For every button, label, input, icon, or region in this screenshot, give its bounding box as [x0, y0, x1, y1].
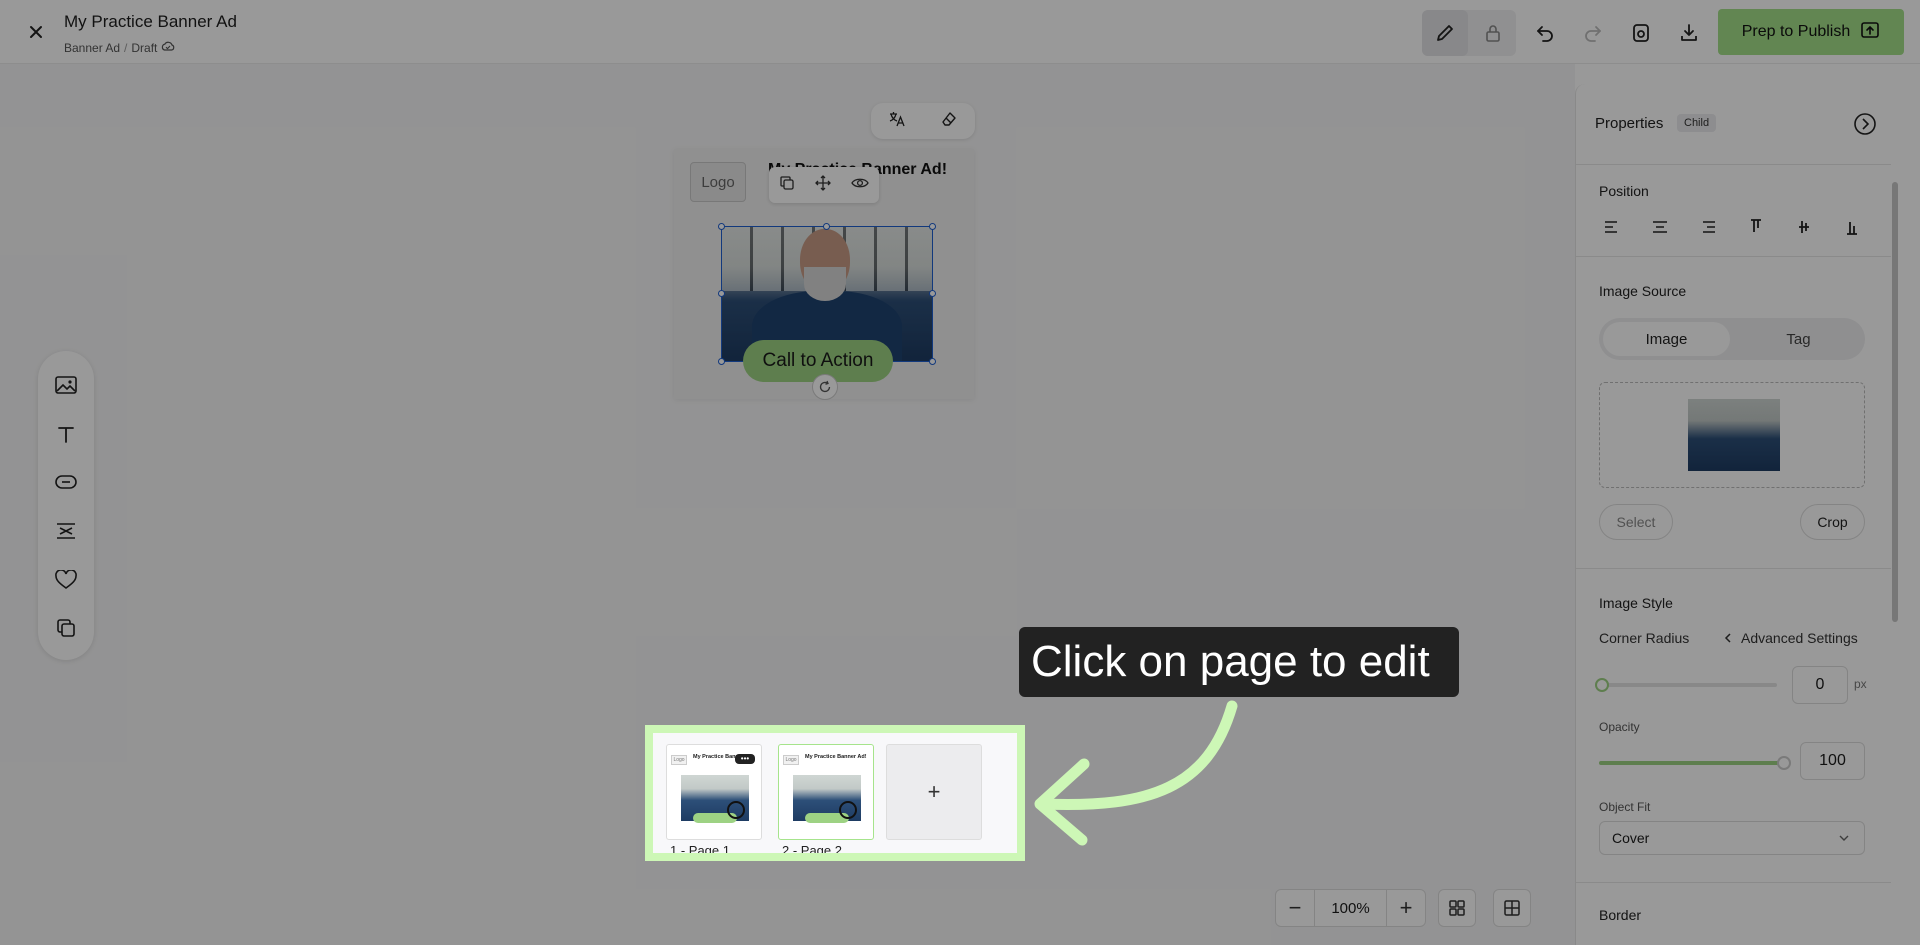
page-label-2: 2 - Page 2	[782, 843, 842, 858]
page-thumbnail-1[interactable]: Logo My Practice Banner •••	[666, 744, 762, 840]
page-thumbnail-2[interactable]: Logo My Practice Banner Ad!	[778, 744, 874, 840]
page-more-options-icon[interactable]: •••	[735, 754, 755, 764]
tutorial-arrow-icon	[1034, 700, 1238, 846]
add-page-button[interactable]: +	[886, 744, 982, 840]
cursor-icon	[727, 801, 745, 819]
tutorial-tooltip: Click on page to edit	[1019, 627, 1459, 697]
page-label-1: 1 - Page 1	[670, 843, 730, 858]
page-strip: Logo My Practice Banner ••• 1 - Page 1 L…	[645, 725, 1025, 861]
cursor-icon	[839, 801, 857, 819]
